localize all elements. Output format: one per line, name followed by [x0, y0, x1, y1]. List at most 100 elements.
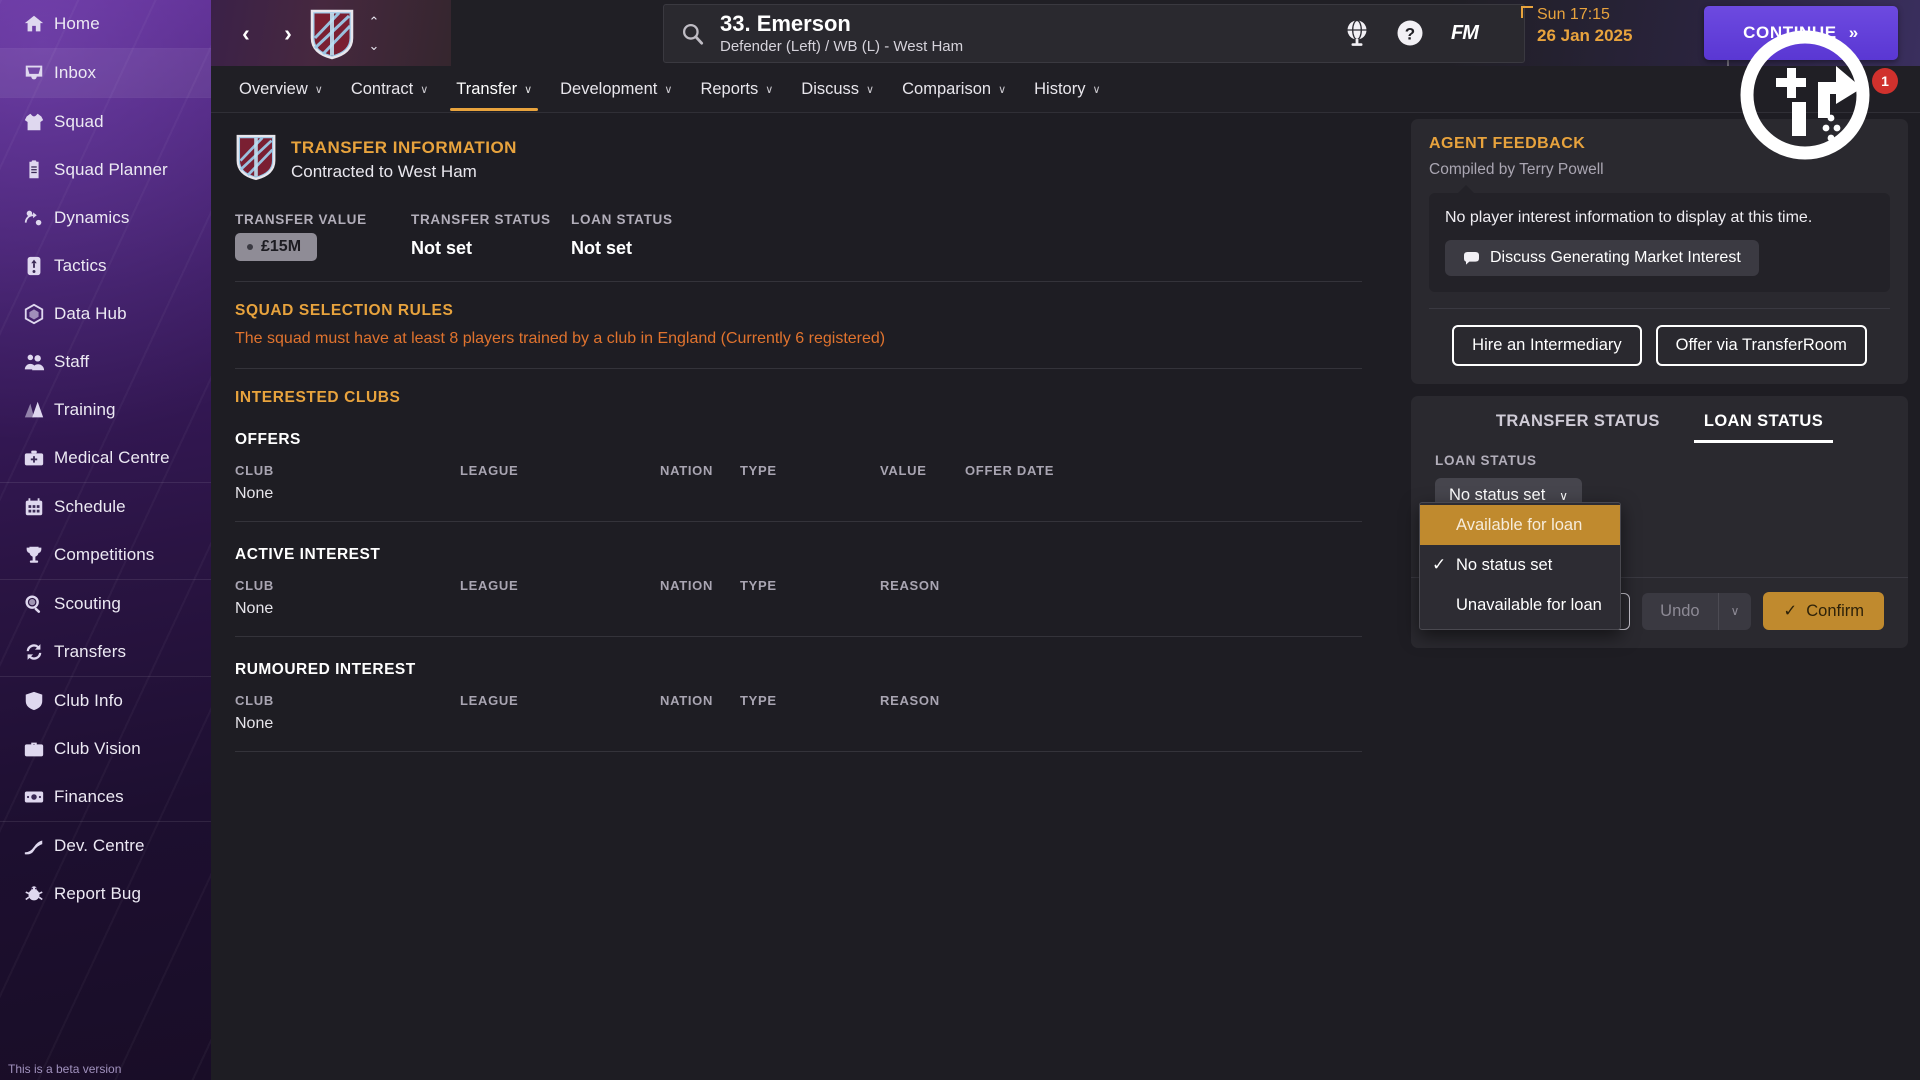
notification-badge: 1	[1872, 68, 1898, 94]
forward-button[interactable]: ›	[271, 16, 305, 50]
transfer-value-pill[interactable]: £15M	[235, 233, 317, 261]
sidebar-item-dynamics[interactable]: Dynamics	[0, 194, 211, 242]
stat-transfer-status: TRANSFER STATUSNot set	[411, 212, 571, 261]
sidebar-item-dev-centre[interactable]: Dev. Centre	[0, 822, 211, 870]
training-icon	[16, 399, 52, 421]
column-header: CLUB	[235, 693, 460, 708]
bug-icon	[16, 883, 52, 905]
tab-reports[interactable]: Reports∨	[686, 66, 787, 113]
sidebar-item-club-vision[interactable]: Club Vision	[0, 725, 211, 773]
sidebar-item-squad[interactable]: Squad	[0, 98, 211, 146]
sidebar-item-scouting[interactable]: Scouting	[0, 580, 211, 628]
tab-history[interactable]: History∨	[1020, 66, 1114, 113]
dropdown-option[interactable]: Unavailable for loan	[1420, 585, 1620, 625]
status-panel-tabs: TRANSFER STATUSLOAN STATUS	[1411, 396, 1908, 443]
sidebar-item-training[interactable]: Training	[0, 386, 211, 434]
sidebar-item-report-bug[interactable]: Report Bug	[0, 870, 211, 918]
trophy-icon	[16, 544, 52, 566]
table-row[interactable]: None	[235, 600, 1362, 618]
column-header: VALUE	[880, 463, 965, 478]
sidebar-item-transfers[interactable]: Transfers	[0, 628, 211, 676]
chevron-down-icon: ∨	[315, 83, 323, 96]
dropdown-option[interactable]: Available for loan	[1420, 505, 1620, 545]
section-tabs: Overview∨Contract∨ Transfer ∨ Development∨R…	[211, 66, 1920, 113]
growth-icon	[16, 835, 52, 857]
help-icon[interactable]: ?	[1393, 16, 1427, 50]
date-corner-bracket	[1521, 6, 1533, 18]
transfer-information-header: TRANSFER INFORMATION Contracted to West …	[235, 133, 1362, 186]
overlay-watermark-logo	[1740, 30, 1870, 160]
column-header: LEAGUE	[460, 578, 660, 593]
loan-status-dropdown-menu[interactable]: Available for loan✓No status setUnavaila…	[1419, 502, 1621, 630]
fm-app-window: Home InboxSquadSquad PlannerDynamicsTacti…	[0, 0, 1920, 1080]
pill-dot-icon	[247, 244, 253, 250]
tab-transfer-status[interactable]: TRANSFER STATUS	[1474, 412, 1682, 443]
tab-development[interactable]: Development∨	[546, 66, 686, 113]
tab-label: Transfer	[456, 80, 517, 99]
undo-dropdown-chevron-icon[interactable]: ∨	[1718, 593, 1752, 630]
sidebar-item-label: Home	[54, 14, 100, 34]
game-date-box: Sun 17:15 26 Jan 2025	[1521, 6, 1671, 60]
back-button[interactable]: ‹	[229, 16, 263, 50]
tab-transfer[interactable]: Transfer ∨	[442, 66, 546, 113]
sidebar-item-label: Medical Centre	[54, 448, 170, 468]
transfer-right-pane: AGENT FEEDBACK Compiled by Terry Powell …	[1411, 119, 1908, 648]
table-cell	[740, 485, 880, 503]
undo-button[interactable]: Undo	[1642, 593, 1717, 630]
offer-via-transferroom-button[interactable]: Offer via TransferRoom	[1656, 325, 1867, 366]
sidebar-item-club-info[interactable]: Club Info	[0, 677, 211, 725]
discuss-market-interest-button[interactable]: Discuss Generating Market Interest	[1445, 240, 1759, 276]
table-row[interactable]: None	[235, 485, 1362, 503]
check-icon: ✓	[1783, 601, 1797, 621]
block-title: OFFERS	[235, 431, 1362, 449]
datahub-icon	[16, 303, 52, 325]
stat-label: LOAN STATUS	[571, 212, 771, 227]
sidebar-item-label: Report Bug	[54, 884, 141, 904]
interest-block: RUMOURED INTERESTCLUBLEAGUENATIONTYPEREA…	[235, 661, 1362, 752]
sidebar-item-data-hub[interactable]: Data Hub	[0, 290, 211, 338]
status-panel-card: TRANSFER STATUSLOAN STATUS LOAN STATUS N…	[1411, 396, 1908, 648]
dropdown-option[interactable]: ✓No status set	[1420, 545, 1620, 585]
shield-icon	[16, 690, 52, 712]
globe-icon[interactable]	[1340, 16, 1374, 50]
tab-contract[interactable]: Contract∨	[337, 66, 442, 113]
confirm-button[interactable]: ✓ Confirm	[1763, 592, 1884, 630]
stat-value: £15M	[261, 238, 301, 256]
sidebar-item-schedule[interactable]: Schedule	[0, 483, 211, 531]
chevron-down-icon: ∨	[524, 83, 532, 96]
tab-discuss[interactable]: Discuss∨	[787, 66, 888, 113]
divider	[235, 751, 1362, 752]
sidebar-item-label: Club Vision	[54, 739, 141, 759]
table-row[interactable]: None	[235, 715, 1362, 733]
confirm-label: Confirm	[1806, 602, 1864, 621]
tactics-icon	[16, 255, 52, 277]
sidebar-item-squad-planner[interactable]: Squad Planner	[0, 146, 211, 194]
tab-overview[interactable]: Overview∨	[225, 66, 337, 113]
contracted-to-text: Contracted to West Ham	[291, 162, 517, 182]
tab-comparison[interactable]: Comparison∨	[888, 66, 1020, 113]
sidebar-item-home[interactable]: Home	[0, 0, 211, 48]
sidebar-item-competitions[interactable]: Competitions	[0, 531, 211, 579]
tab-loan-status[interactable]: LOAN STATUS	[1682, 412, 1845, 443]
table-cell	[660, 485, 740, 503]
stepper-down-icon[interactable]: ⌄	[369, 38, 380, 54]
sidebar-item-finances[interactable]: Finances	[0, 773, 211, 821]
stepper-up-icon[interactable]: ⌃	[369, 14, 380, 30]
hire-intermediary-button[interactable]: Hire an Intermediary	[1452, 325, 1641, 366]
sidebar-item-inbox[interactable]: Inbox	[0, 49, 211, 97]
stat-value: Not set	[411, 238, 571, 259]
chevron-down-icon: ∨	[866, 83, 874, 96]
column-header: TYPE	[740, 693, 880, 708]
squad-selection-rules-text: The squad must have at least 8 players t…	[235, 330, 1362, 348]
player-position-club: Defender (Left) / WB (L) - West Ham	[720, 38, 963, 55]
sidebar-item-label: Dev. Centre	[54, 836, 145, 856]
inbox-icon	[16, 62, 52, 84]
chevron-down-icon: ∨	[998, 83, 1006, 96]
game-date: 26 Jan 2025	[1521, 26, 1671, 46]
transfers-icon	[16, 641, 52, 663]
player-stepper[interactable]: ⌃ ⌄	[363, 14, 385, 54]
column-header: REASON	[880, 693, 1080, 708]
sidebar-item-medical-centre[interactable]: Medical Centre	[0, 434, 211, 482]
sidebar-item-staff[interactable]: Staff	[0, 338, 211, 386]
sidebar-item-tactics[interactable]: Tactics	[0, 242, 211, 290]
